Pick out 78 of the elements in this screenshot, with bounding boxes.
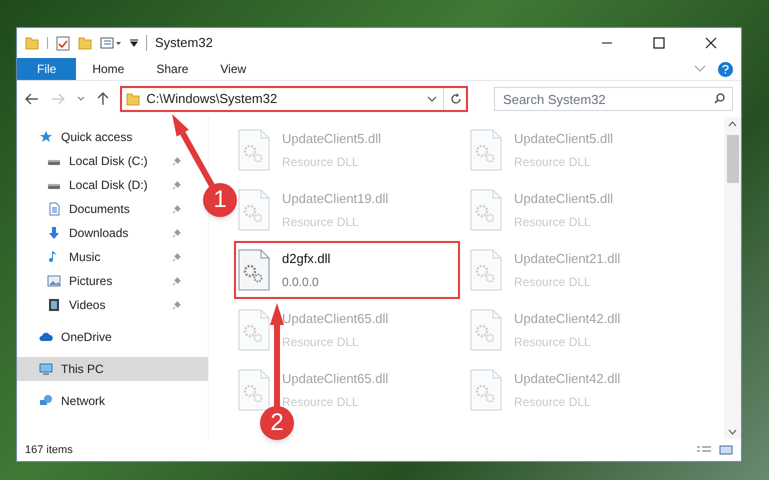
gear-file-icon	[470, 189, 502, 231]
folder-icon[interactable]	[25, 36, 39, 50]
file-name: UpdateClient42.dll	[514, 370, 620, 388]
expand-ribbon-icon[interactable]	[694, 65, 706, 73]
scroll-up-icon[interactable]	[728, 121, 737, 127]
customize-dropdown-icon[interactable]	[130, 39, 138, 47]
sidebar-item[interactable]: This PC	[17, 357, 208, 381]
sidebar-item[interactable]: OneDrive	[17, 325, 184, 349]
pin-icon[interactable]	[172, 252, 182, 262]
window-title: System32	[155, 34, 213, 52]
gear-file-icon	[470, 309, 502, 351]
gear-file-icon	[470, 369, 502, 411]
network-icon	[39, 394, 53, 408]
sidebar-item[interactable]: Pictures	[17, 269, 184, 293]
up-arrow-icon[interactable]	[96, 92, 108, 106]
vertical-scrollbar[interactable]	[724, 117, 741, 439]
folder-icon	[126, 92, 140, 106]
cloud-icon	[39, 330, 53, 344]
gear-file-icon	[470, 249, 502, 291]
properties-icon[interactable]	[56, 36, 70, 50]
ribbon-tab[interactable]: View	[204, 58, 262, 80]
dropdown-chevron-icon[interactable]	[427, 96, 438, 102]
ribbon-tab[interactable]: Share	[140, 58, 204, 80]
gear-file-icon	[470, 129, 502, 171]
refresh-icon[interactable]	[450, 93, 462, 105]
pin-icon[interactable]	[172, 156, 182, 166]
file-name: UpdateClient65.dll	[282, 370, 388, 388]
ribbon-tab[interactable]: Home	[76, 58, 140, 80]
file-tile[interactable]: d2gfx.dll 0.0.0.0	[234, 241, 460, 299]
picture-icon	[47, 274, 61, 288]
maximize-icon[interactable]	[653, 37, 665, 49]
ribbon-tab[interactable]: File	[17, 58, 76, 80]
pin-icon[interactable]	[172, 228, 182, 238]
monitor-icon	[39, 362, 53, 376]
film-icon	[47, 298, 61, 312]
new-folder-icon[interactable]	[78, 36, 92, 50]
sidebar-item[interactable]: Videos	[17, 293, 184, 317]
pin-icon[interactable]	[172, 180, 182, 190]
address-bar[interactable]: C:\Windows\System32	[120, 86, 468, 112]
sidebar-item[interactable]: Network	[17, 389, 184, 413]
gear-file-icon	[238, 309, 270, 351]
gear-file-icon	[238, 369, 270, 411]
recent-locations-icon[interactable]	[76, 96, 85, 102]
file-name: UpdateClient19.dll	[282, 190, 388, 208]
address-path: C:\Windows\System32	[146, 90, 278, 108]
file-name: UpdateClient5.dll	[514, 190, 614, 208]
gear-file-icon	[238, 249, 270, 291]
file-description: 0.0.0.0	[282, 274, 320, 290]
help-icon[interactable]	[718, 62, 733, 76]
star-icon	[39, 130, 53, 144]
pin-icon[interactable]	[172, 300, 182, 310]
large-icons-view-icon[interactable]	[719, 445, 733, 455]
back-arrow-icon[interactable]	[25, 93, 39, 105]
sidebar-item[interactable]: Documents	[17, 197, 184, 221]
pin-icon[interactable]	[172, 276, 182, 286]
view-options-icon[interactable]	[100, 36, 122, 50]
file-name: UpdateClient42.dll	[514, 310, 620, 328]
file-name: d2gfx.dll	[282, 250, 330, 268]
search-field[interactable]: Search System32	[494, 87, 733, 111]
close-icon[interactable]	[705, 37, 717, 49]
document-icon	[47, 202, 61, 216]
scroll-down-icon[interactable]	[728, 429, 737, 435]
sidebar-item[interactable]: Local Disk (D:)	[17, 173, 184, 197]
item-count: 167 items	[25, 442, 74, 458]
gear-file-icon	[238, 129, 270, 171]
file-name: UpdateClient5.dll	[514, 130, 614, 148]
file-name: UpdateClient65.dll	[282, 310, 388, 328]
scrollbar-thumb[interactable]	[726, 135, 738, 183]
gear-file-icon	[238, 189, 270, 231]
sidebar-item[interactable]: Downloads	[17, 221, 184, 245]
download-arrow-icon	[47, 226, 61, 240]
file-name: UpdateClient21.dll	[514, 250, 620, 268]
sidebar-item[interactable]: Music	[17, 245, 184, 269]
sidebar-item[interactable]: Local Disk (C:)	[17, 149, 184, 173]
pin-icon[interactable]	[172, 204, 182, 214]
search-icon	[714, 93, 725, 104]
sidebar-item[interactable]: Quick access	[17, 125, 184, 149]
file-name: UpdateClient5.dll	[282, 130, 382, 148]
